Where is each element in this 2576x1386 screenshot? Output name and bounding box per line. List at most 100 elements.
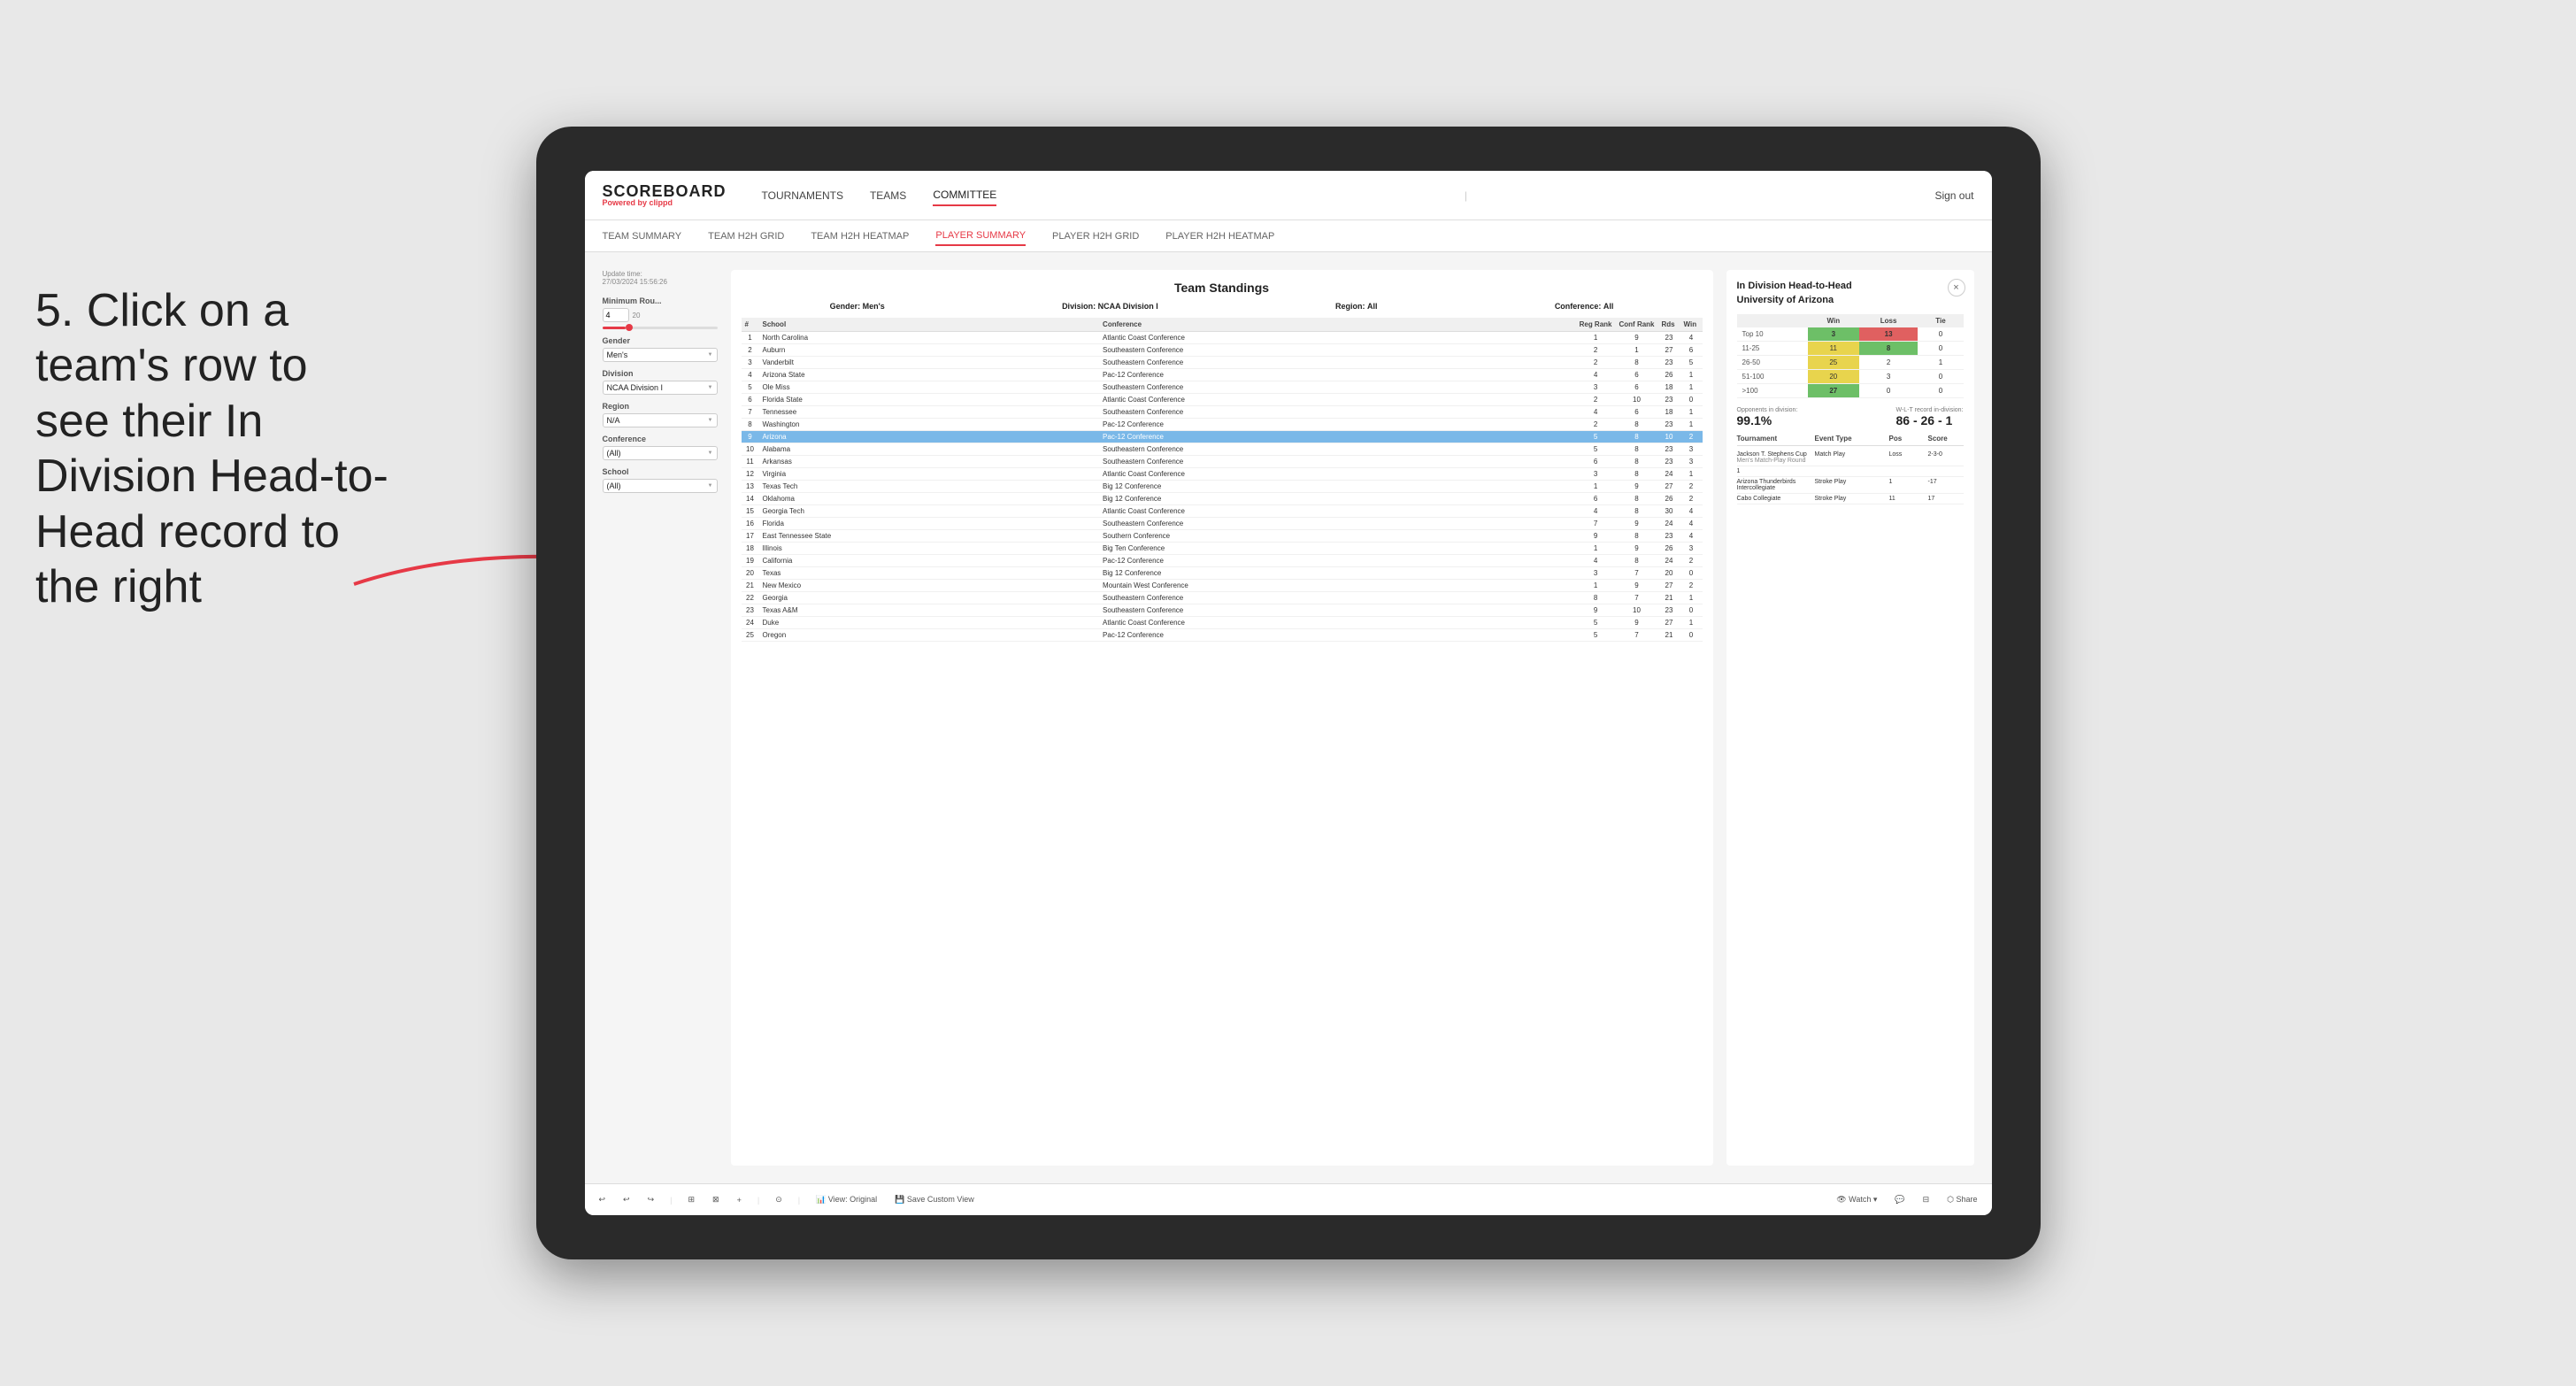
conference-filter: Conference (All) — [603, 435, 718, 460]
subnav-player-h2h-grid[interactable]: PLAYER H2H GRID — [1052, 227, 1139, 245]
conference-select[interactable]: (All) — [603, 446, 718, 460]
table-row[interactable]: 15 Georgia Tech Atlantic Coast Conferenc… — [742, 505, 1703, 518]
table-row[interactable]: 18 Illinois Big Ten Conference 1 9 26 3 — [742, 543, 1703, 555]
h2h-close-button[interactable]: × — [1948, 279, 1965, 296]
gender-select[interactable]: Men's — [603, 348, 718, 362]
bottom-toolbar: ↩ ↩ ↪ | ⊞ ⊠ + | ⊙ | 📊 View: Original 💾 S… — [585, 1183, 1992, 1215]
table-row[interactable]: 17 East Tennessee State Southern Confere… — [742, 530, 1703, 543]
table-row[interactable]: 22 Georgia Southeastern Conference 8 7 2… — [742, 592, 1703, 604]
redo-button[interactable]: ↪ — [642, 1192, 660, 1207]
table-row[interactable]: 6 Florida State Atlantic Coast Conferenc… — [742, 394, 1703, 406]
nav-committee[interactable]: COMMITTEE — [933, 185, 996, 206]
table-row[interactable]: 10 Alabama Southeastern Conference 5 8 2… — [742, 443, 1703, 456]
school-filter: School (All) — [603, 467, 718, 493]
top-nav: SCOREBOARD Powered by clippd TOURNAMENTS… — [585, 171, 1992, 220]
standings-title: Team Standings — [742, 281, 1703, 295]
table-row[interactable]: 21 New Mexico Mountain West Conference 1… — [742, 580, 1703, 592]
comment-button[interactable]: 💬 — [1889, 1192, 1910, 1207]
division-filter: Division NCAA Division I — [603, 369, 718, 395]
filter-panel: Update time: 27/03/2024 15:56:26 Minimum… — [603, 270, 718, 1166]
table-row[interactable]: 7 Tennessee Southeastern Conference 4 6 … — [742, 406, 1703, 419]
region-select[interactable]: N/A — [603, 413, 718, 427]
col-reg-rank: Reg Rank — [1576, 318, 1616, 332]
col-rank: # — [742, 318, 759, 332]
table-row: 51-100 20 3 0 — [1737, 370, 1964, 384]
undo-button[interactable]: ↩ — [594, 1192, 611, 1207]
col-conference: Conference — [1099, 318, 1576, 332]
h2h-col-win: Win — [1808, 314, 1859, 327]
h2h-title: In Division Head-to-Head — [1737, 281, 1964, 291]
h2h-panel: In Division Head-to-Head University of A… — [1726, 270, 1974, 1166]
standings-table: # School Conference Reg Rank Conf Rank R… — [742, 318, 1703, 642]
duplicate-button[interactable]: ⊟ — [1918, 1192, 1935, 1207]
h2h-stats: Opponents in division: 99.1% W-L-T recor… — [1737, 407, 1964, 427]
region-filter: Region N/A — [603, 402, 718, 427]
update-time: Update time: 27/03/2024 15:56:26 — [603, 270, 718, 286]
table-row[interactable]: 1 North Carolina Atlantic Coast Conferen… — [742, 332, 1703, 344]
table-row[interactable]: 13 Texas Tech Big 12 Conference 1 9 27 2 — [742, 481, 1703, 493]
standings-meta: Gender: Men's Division: NCAA Division I … — [742, 302, 1703, 311]
watch-button[interactable]: 👁 Watch ▾ — [1831, 1192, 1882, 1207]
tournament-row: Arizona Thunderbirds Intercollegiate Str… — [1737, 477, 1964, 494]
h2h-team: University of Arizona — [1737, 295, 1964, 305]
table-row: 11-25 11 8 0 — [1737, 342, 1964, 356]
annotation-text: 5. Click on a team's row to see their In… — [35, 283, 389, 614]
subnav-player-summary[interactable]: PLAYER SUMMARY — [935, 227, 1026, 246]
clock-button[interactable]: ⊙ — [770, 1192, 788, 1207]
col-rds: Rds — [1658, 318, 1680, 332]
view-original-button[interactable]: 📊 View: Original — [811, 1192, 882, 1207]
tournament-row: Cabo Collegiate Stroke Play 11 17 — [1737, 494, 1964, 504]
gender-filter: Gender Men's — [603, 336, 718, 362]
nav-tournaments[interactable]: TOURNAMENTS — [762, 186, 843, 205]
save-custom-view-button[interactable]: 💾 Save Custom View — [889, 1192, 980, 1207]
table-row: 26-50 25 2 1 — [1737, 356, 1964, 370]
table-row[interactable]: 11 Arkansas Southeastern Conference 6 8 … — [742, 456, 1703, 468]
table-row[interactable]: 2 Auburn Southeastern Conference 2 1 27 … — [742, 344, 1703, 357]
table-row: Top 10 3 13 0 — [1737, 327, 1964, 342]
logo-main: SCOREBOARD — [603, 183, 727, 199]
table-row[interactable]: 23 Texas A&M Southeastern Conference 9 1… — [742, 604, 1703, 617]
share-button[interactable]: ⬡ Share — [1942, 1192, 1982, 1207]
h2h-col-loss: Loss — [1859, 314, 1919, 327]
sign-out-divider: | — [1465, 189, 1467, 202]
tablet-frame: SCOREBOARD Powered by clippd TOURNAMENTS… — [536, 127, 2041, 1259]
table-row[interactable]: 25 Oregon Pac-12 Conference 5 7 21 0 — [742, 629, 1703, 642]
table-row[interactable]: 4 Arizona State Pac-12 Conference 4 6 26… — [742, 369, 1703, 381]
table-row[interactable]: 24 Duke Atlantic Coast Conference 5 9 27… — [742, 617, 1703, 629]
logo: SCOREBOARD Powered by clippd — [603, 183, 727, 207]
tournament-row: 1 — [1737, 466, 1964, 477]
col-win: Win — [1680, 318, 1703, 332]
subnav-team-summary[interactable]: TEAM SUMMARY — [603, 227, 682, 245]
min-rounds-input[interactable]: 4 — [603, 308, 629, 322]
nav-links: TOURNAMENTS TEAMS COMMITTEE — [762, 185, 997, 206]
table-row[interactable]: 3 Vanderbilt Southeastern Conference 2 8… — [742, 357, 1703, 369]
subnav-team-h2h-grid[interactable]: TEAM H2H GRID — [708, 227, 784, 245]
sub-nav: TEAM SUMMARY TEAM H2H GRID TEAM H2H HEAT… — [585, 220, 1992, 252]
table-row[interactable]: 20 Texas Big 12 Conference 3 7 20 0 — [742, 567, 1703, 580]
nav-teams[interactable]: TEAMS — [870, 186, 906, 205]
table-row[interactable]: 19 California Pac-12 Conference 4 8 24 2 — [742, 555, 1703, 567]
table-row[interactable]: 16 Florida Southeastern Conference 7 9 2… — [742, 518, 1703, 530]
division-select[interactable]: NCAA Division I — [603, 381, 718, 395]
table-row[interactable]: 12 Virginia Atlantic Coast Conference 3 … — [742, 468, 1703, 481]
table-button[interactable]: ⊠ — [707, 1192, 725, 1207]
min-rounds-slider[interactable] — [603, 327, 718, 329]
sign-out-button[interactable]: Sign out — [1934, 189, 1973, 202]
subnav-player-h2h-heatmap[interactable]: PLAYER H2H HEATMAP — [1165, 227, 1274, 245]
col-school: School — [759, 318, 1100, 332]
subnav-team-h2h-heatmap[interactable]: TEAM H2H HEATMAP — [811, 227, 909, 245]
tournament-row: Jackson T. Stephens Cup Men's Match-Play… — [1737, 450, 1964, 466]
standings-panel: Team Standings Gender: Men's Division: N… — [731, 270, 1713, 1166]
back-button[interactable]: ↩ — [618, 1192, 635, 1207]
h2h-table: Win Loss Tie Top 10 3 13 0 1 — [1737, 314, 1964, 398]
table-row[interactable]: 8 Washington Pac-12 Conference 2 8 23 1 — [742, 419, 1703, 431]
table-row[interactable]: 5 Ole Miss Southeastern Conference 3 6 1… — [742, 381, 1703, 394]
min-rounds-filter: Minimum Rou... 4 20 — [603, 296, 718, 329]
add-button[interactable]: + — [732, 1193, 747, 1207]
tablet-screen: SCOREBOARD Powered by clippd TOURNAMENTS… — [585, 171, 1992, 1215]
col-conf-rank: Conf Rank — [1616, 318, 1658, 332]
school-select[interactable]: (All) — [603, 479, 718, 493]
table-row[interactable]: 9 Arizona Pac-12 Conference 5 8 10 2 — [742, 431, 1703, 443]
grid-button[interactable]: ⊞ — [682, 1192, 700, 1207]
table-row[interactable]: 14 Oklahoma Big 12 Conference 6 8 26 2 — [742, 493, 1703, 505]
